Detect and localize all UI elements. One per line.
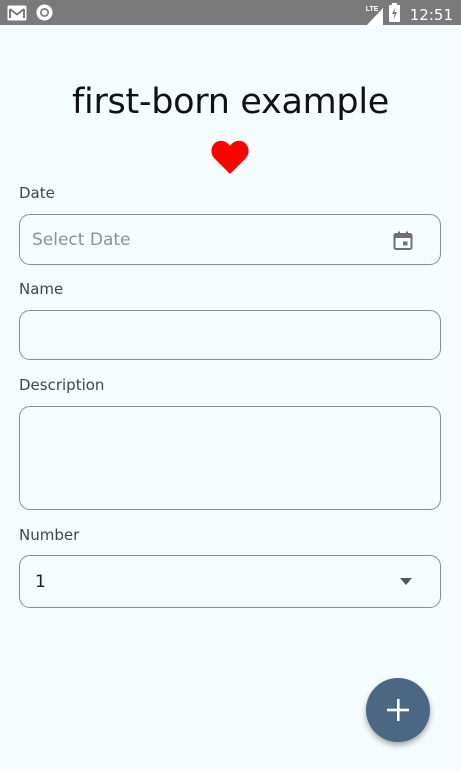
circle-notification-icon — [36, 4, 53, 26]
description-label: Description — [19, 376, 105, 394]
name-label: Name — [19, 280, 64, 298]
clock: 12:51 — [409, 6, 453, 24]
plus-icon — [387, 699, 409, 721]
name-field[interactable] — [19, 310, 441, 360]
status-bar-left — [7, 4, 53, 26]
date-picker-field[interactable]: Select Date — [19, 214, 441, 265]
heart-icon — [211, 140, 249, 174]
calendar-icon[interactable] — [393, 231, 413, 250]
status-bar: LTE 12:51 — [0, 0, 461, 25]
gmail-icon — [7, 5, 27, 26]
number-value: 1 — [35, 572, 46, 592]
battery-charging-icon — [388, 3, 400, 27]
number-label: Number — [19, 526, 80, 544]
dropdown-arrow-icon[interactable] — [400, 578, 412, 585]
add-button[interactable] — [366, 678, 430, 742]
page-title: first-born example — [72, 82, 389, 122]
app-screen: LTE 12:51 first-born example Date Select… — [0, 0, 461, 771]
date-placeholder: Select Date — [32, 230, 131, 250]
signal-icon: LTE — [366, 6, 383, 25]
description-field[interactable] — [19, 406, 441, 510]
status-bar-right: LTE 12:51 — [366, 3, 453, 27]
number-select[interactable]: 1 — [19, 555, 441, 608]
date-label: Date — [19, 184, 55, 202]
